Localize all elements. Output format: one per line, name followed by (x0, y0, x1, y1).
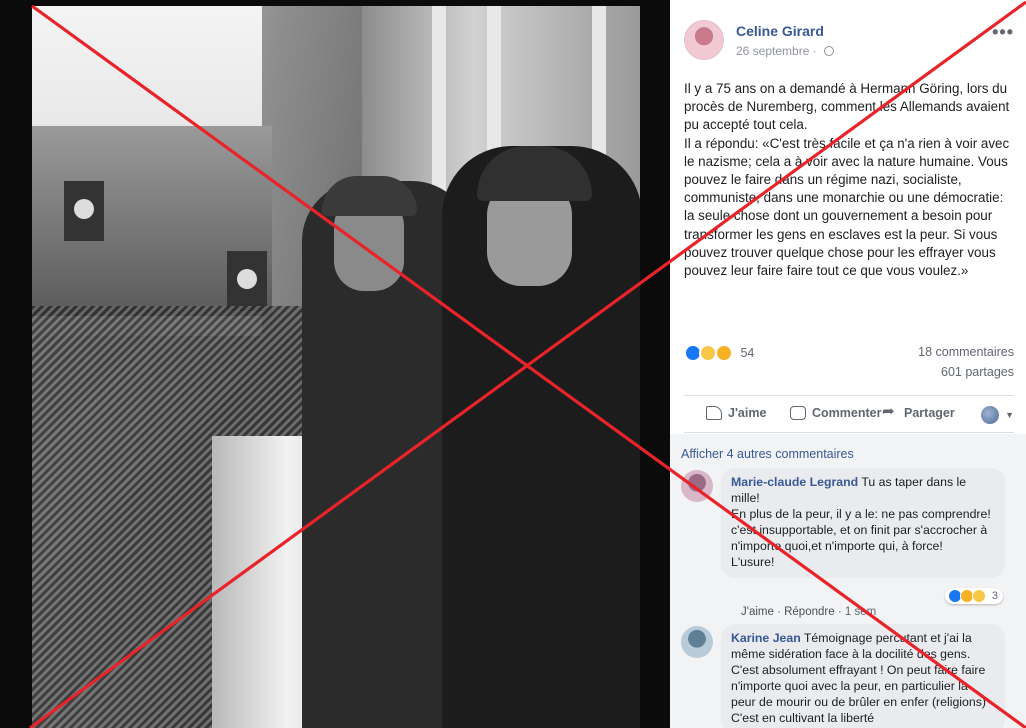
photo-pane (0, 0, 670, 728)
comment-time[interactable]: 1 sem (845, 606, 876, 618)
haha-reaction-icon (971, 589, 986, 603)
audience-selector[interactable]: ▼ (981, 406, 1014, 424)
post-stats: 54 18 commentaires 601 partages (684, 340, 1014, 384)
post-paragraph: Il a répondu: «C'est très facile et ça n… (684, 135, 1010, 279)
comment-actions: J'aime · Répondre · 1 sem (741, 606, 877, 618)
post-paragraph: Il y a 75 ans on a demandé à Hermann Gör… (684, 81, 1010, 133)
globe-avatar-icon (981, 406, 1000, 424)
comment-bubble-icon (790, 406, 806, 420)
comment-like-link[interactable]: J'aime (741, 606, 774, 618)
comment-button[interactable]: Commenter (790, 406, 881, 420)
wow-reaction-icon (714, 344, 733, 362)
comments-count[interactable]: 18 commentaires (918, 345, 1014, 359)
comment-text: L'usure! (731, 555, 775, 569)
post-header: Celine Girard 26 septembre · ••• (684, 20, 1014, 62)
comment-bubble: Marie-claude Legrand Tu as taper dans le… (721, 468, 1005, 578)
commenter-name[interactable]: Karine Jean (731, 631, 801, 645)
post-actions: J'aime Commenter Partager ▼ (684, 395, 1014, 433)
see-more-comments-link[interactable]: Afficher 4 autres commentaires (681, 447, 854, 461)
post-panel: Celine Girard 26 septembre · ••• Il y a … (670, 0, 1026, 728)
post-date[interactable]: 26 septembre (736, 44, 809, 58)
post-text: Il y a 75 ans on a demandé à Hermann Gör… (684, 80, 1014, 280)
commenter-name[interactable]: Marie-claude Legrand (731, 475, 858, 489)
author-avatar[interactable] (684, 20, 724, 60)
post-photo[interactable] (32, 6, 640, 728)
reaction-count: 54 (740, 346, 755, 360)
author-name[interactable]: Celine Girard (736, 23, 824, 39)
comment-text: Témoignage percutant et j'ai la même sid… (731, 631, 986, 725)
globe-icon (824, 46, 835, 56)
thumbs-up-icon (706, 406, 722, 420)
share-arrow-icon (882, 402, 898, 420)
commenter-avatar[interactable] (681, 470, 713, 502)
comment-reactions[interactable]: 3 (944, 588, 1003, 604)
comments-section: Afficher 4 autres commentaires Marie-cla… (670, 434, 1026, 728)
comment-reaction-count: 3 (991, 589, 998, 602)
caret-down-icon: ▼ (1005, 410, 1014, 420)
reactions-summary[interactable]: 54 (684, 344, 754, 362)
more-options-button[interactable]: ••• (992, 22, 1014, 43)
commenter-avatar[interactable] (681, 626, 713, 658)
like-button[interactable]: J'aime (706, 406, 766, 420)
comment-reply-link[interactable]: Répondre (784, 606, 835, 618)
post-meta: 26 septembre · (736, 44, 835, 58)
comment-bubble: Karine Jean Témoignage percutant et j'ai… (721, 624, 1005, 728)
shares-count[interactable]: 601 partages (941, 365, 1014, 379)
comment-text: En plus de la peur, il y a le: ne pas co… (731, 507, 991, 553)
share-button[interactable]: Partager (882, 402, 955, 420)
facebook-photo-viewer: Celine Girard 26 septembre · ••• Il y a … (0, 0, 1026, 728)
